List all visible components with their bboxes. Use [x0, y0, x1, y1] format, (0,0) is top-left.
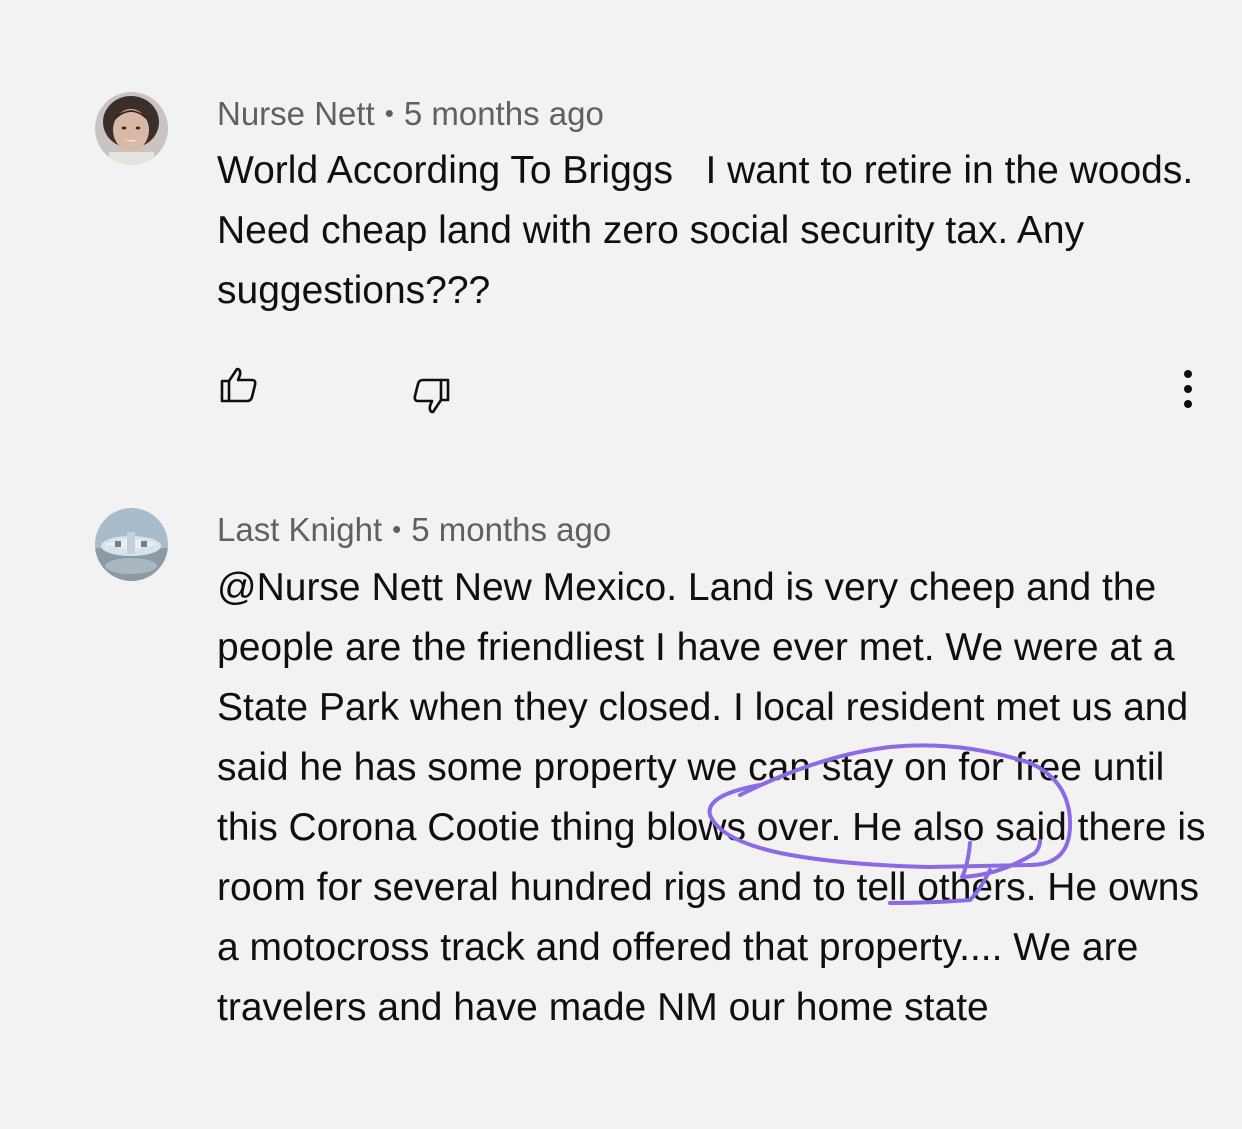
- more-options-button[interactable]: [1166, 368, 1210, 412]
- comment-meta: Last Knight • 5 months ago: [217, 510, 611, 552]
- author-name[interactable]: Nurse Nett: [217, 95, 375, 132]
- like-button[interactable]: [217, 364, 261, 408]
- comments-page: Nurse Nett • 5 months ago World According …: [0, 0, 1242, 1129]
- comment-text: @Nurse Nett New Mexico. Land is very che…: [217, 566, 1217, 1029]
- user-avatar-woman-icon: [95, 92, 168, 165]
- timestamp[interactable]: 5 months ago: [411, 511, 611, 548]
- avatar[interactable]: [95, 508, 168, 581]
- meta-separator: •: [392, 514, 402, 544]
- user-avatar-aircraft-icon: [95, 508, 168, 581]
- thumbs-down-icon: [413, 378, 450, 414]
- thumbs-up-icon: [220, 367, 257, 403]
- author-name[interactable]: Last Knight: [217, 511, 382, 548]
- meta-separator: •: [384, 98, 394, 128]
- timestamp[interactable]: 5 months ago: [404, 95, 604, 132]
- more-vertical-icon: [1184, 370, 1192, 408]
- comment-meta: Nurse Nett • 5 months ago: [217, 94, 604, 136]
- dislike-button[interactable]: [409, 373, 453, 417]
- comment-text: World According To Briggs I want to reti…: [217, 149, 1205, 312]
- avatar[interactable]: [95, 92, 168, 165]
